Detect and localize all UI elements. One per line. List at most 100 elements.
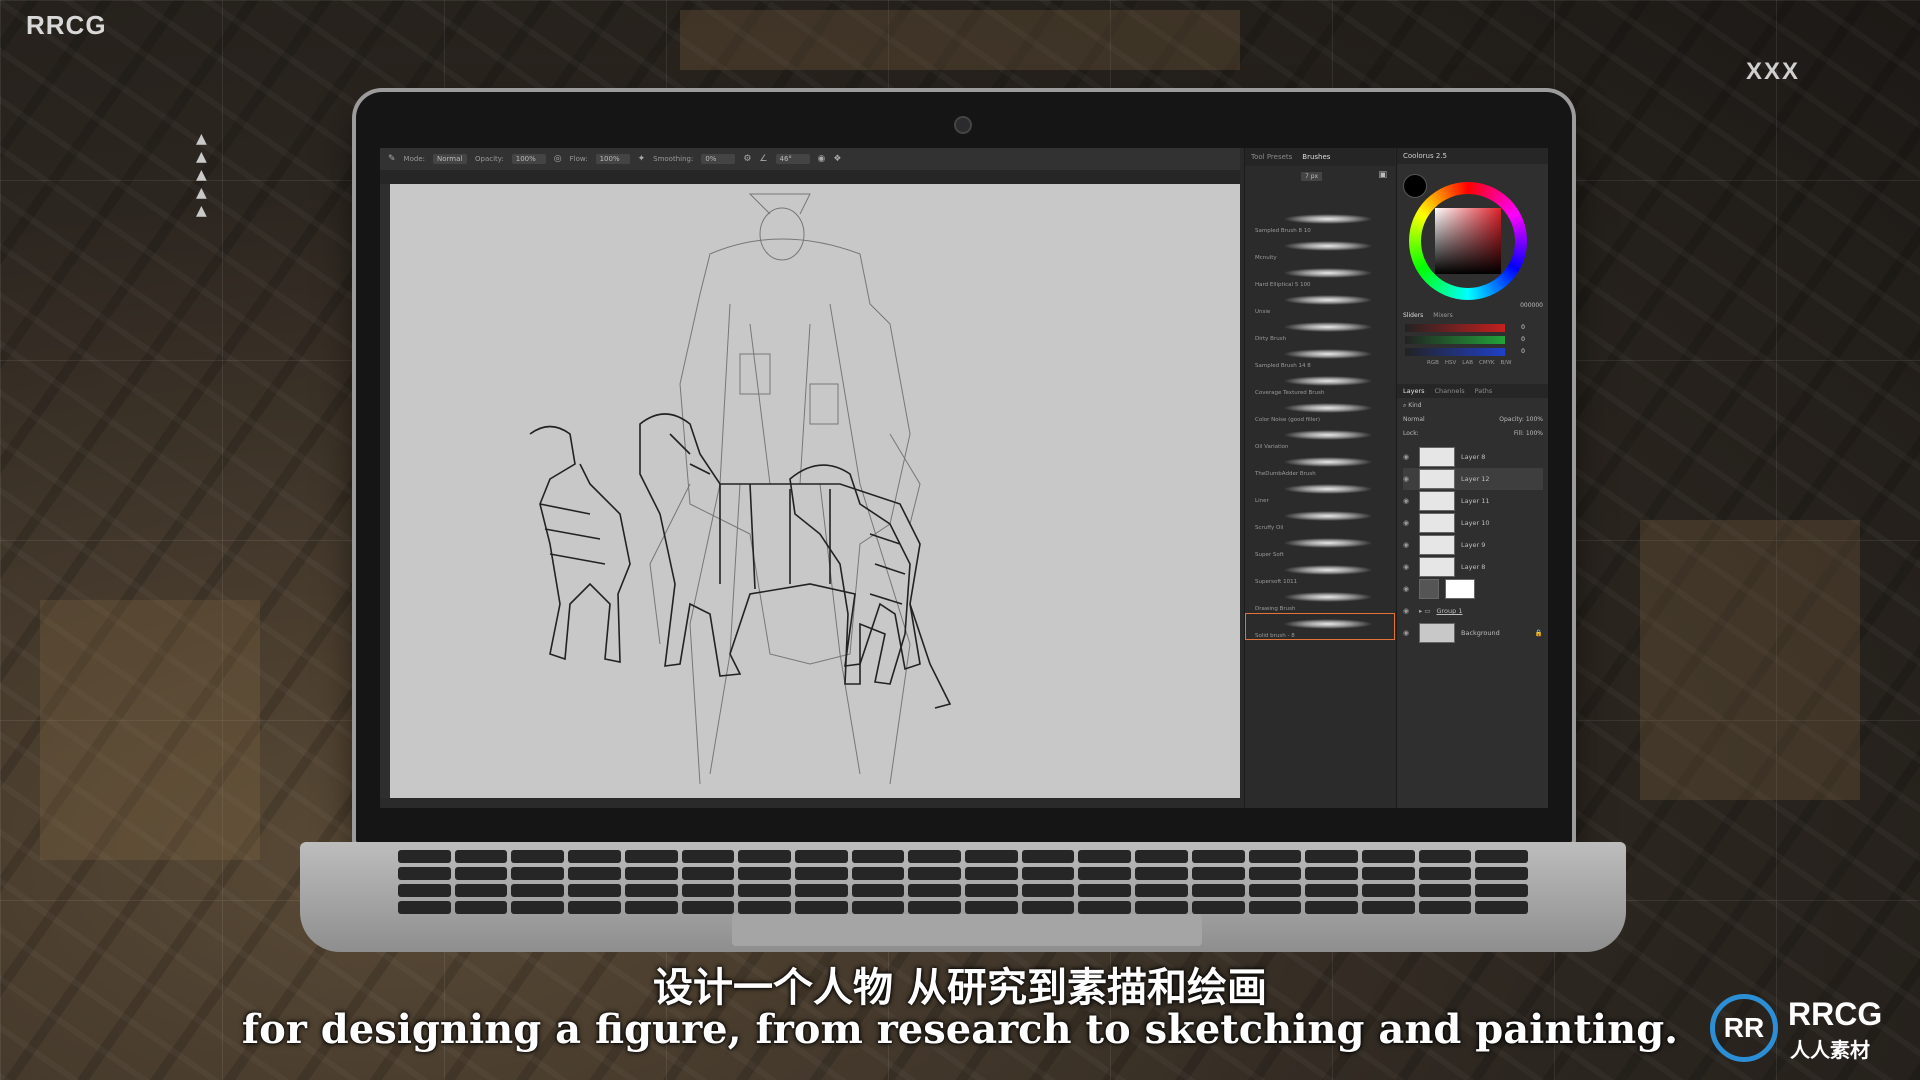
brush-item[interactable]: Drawing Brush [1245, 586, 1395, 613]
layer-row[interactable]: ◉ Layer 9 [1403, 534, 1543, 556]
foreground-color-swatch[interactable] [1403, 174, 1427, 198]
brush-item[interactable]: Hard Elliptical 5 100 [1245, 262, 1395, 289]
smoothing-field[interactable]: 0% [701, 154, 736, 164]
keyboard-key [794, 901, 848, 914]
laptop-lid: ✎ Mode: Normal Opacity: 100% ◎ Flow: 100… [356, 92, 1572, 844]
red-slider-track[interactable] [1405, 324, 1505, 332]
color-layers-panel: Coolorus 2.5 000000 Sliders Mixers 0 0 0… [1396, 148, 1548, 808]
keyboard-key [794, 867, 848, 880]
tab-brushes[interactable]: Brushes [1302, 153, 1330, 161]
brush-size-field[interactable]: 7 px [1301, 172, 1323, 181]
eye-icon[interactable]: ◉ [1403, 629, 1413, 637]
keyboard-key [1418, 850, 1472, 863]
layer-filter-kind[interactable]: ⌕ Kind [1403, 402, 1422, 410]
brush-item[interactable]: Supersoft 1011 [1245, 559, 1395, 586]
color-wheel[interactable] [1409, 182, 1527, 300]
brush-item[interactable]: Super Soft [1245, 532, 1395, 559]
layer-name: Layer 8 [1461, 563, 1486, 571]
eye-icon[interactable]: ◉ [1403, 541, 1413, 549]
red-slider[interactable]: 0 [1405, 324, 1529, 332]
brush-item[interactable]: Sampled Brush 14 8 [1245, 343, 1395, 370]
eye-icon[interactable]: ◉ [1403, 519, 1413, 527]
keyboard-key [1248, 850, 1302, 863]
layer-row[interactable]: ◉ Layer 8 [1403, 556, 1543, 578]
tab-channels[interactable]: Channels [1435, 387, 1465, 395]
mode-select[interactable]: Normal [432, 154, 467, 164]
pressure-opacity-icon[interactable]: ◎ [554, 154, 562, 164]
green-slider-track[interactable] [1405, 336, 1505, 344]
brush-stroke-preview [1283, 484, 1373, 494]
opacity-field[interactable]: 100% [511, 154, 546, 164]
drawing-canvas[interactable] [390, 184, 1240, 798]
layer-name: Layer 12 [1461, 475, 1490, 483]
tab-layers[interactable]: Layers [1403, 387, 1425, 395]
keyboard-key [1135, 867, 1188, 880]
green-slider[interactable]: 0 [1405, 336, 1529, 344]
angle-field[interactable]: 46° [775, 154, 810, 164]
adjustment-layer-row[interactable]: ◉ [1403, 578, 1543, 600]
keyboard-key [965, 884, 1018, 897]
brush-stroke-preview [1283, 457, 1373, 467]
hex-value[interactable]: 000000 [1520, 302, 1543, 309]
tab-hsv[interactable]: HSV [1445, 360, 1456, 366]
brush-item[interactable]: Unsie [1245, 289, 1395, 316]
tab-bw[interactable]: B/W [1501, 360, 1512, 366]
airbrush-icon[interactable]: ✦ [638, 154, 646, 164]
symmetry-icon[interactable]: ❖ [833, 154, 841, 164]
brush-item[interactable]: Scruffy Oil [1245, 505, 1395, 532]
tab-tool-presets[interactable]: Tool Presets [1251, 153, 1292, 161]
group-row[interactable]: ◉ ▸ ▭ Group 1 [1403, 600, 1543, 622]
brush-item[interactable]: Dirty Brush [1245, 316, 1395, 343]
brand-badge-icon: RR [1710, 994, 1778, 1062]
brush-item[interactable]: Oil Variation [1245, 424, 1395, 451]
brush-item-selected[interactable]: Solid brush - 8 [1245, 613, 1395, 640]
background-layer-row[interactable]: ◉ Background 🔒 [1403, 622, 1543, 644]
tab-sliders[interactable]: Sliders [1403, 312, 1423, 319]
corner-watermark-logo: RRCG [26, 10, 107, 40]
eye-icon[interactable]: ◉ [1403, 453, 1413, 461]
tab-mixers[interactable]: Mixers [1433, 312, 1453, 319]
eye-icon[interactable]: ◉ [1403, 607, 1413, 615]
eye-icon[interactable]: ◉ [1403, 585, 1413, 593]
keyboard-key [1418, 884, 1472, 897]
tab-cmyk[interactable]: CMYK [1479, 360, 1495, 366]
saturation-value-square[interactable] [1435, 208, 1501, 274]
flow-field[interactable]: 100% [595, 154, 630, 164]
layer-row[interactable]: ◉ Layer 11 [1403, 490, 1543, 512]
layer-thumbnail [1419, 491, 1455, 511]
new-brush-icon[interactable]: ▣ [1378, 170, 1387, 180]
brush-item[interactable]: Liner [1245, 478, 1395, 505]
gear-icon[interactable]: ⚙ [743, 154, 751, 164]
brush-item[interactable]: Sampled Brush 8 10 [1245, 208, 1395, 235]
pressure-size-icon[interactable]: ◉ [818, 154, 826, 164]
blend-mode-select[interactable]: Normal [1403, 416, 1425, 423]
keyboard-key [1078, 901, 1132, 914]
blue-slider[interactable]: 0 [1405, 348, 1529, 356]
brush-item[interactable]: Color Noise (good filler) [1245, 397, 1395, 424]
tools-bar[interactable] [380, 184, 390, 798]
eye-icon[interactable]: ◉ [1403, 475, 1413, 483]
blue-slider-track[interactable] [1405, 348, 1505, 356]
tab-rgb[interactable]: RGB [1427, 360, 1439, 366]
brush-item[interactable]: Mcnulty [1245, 235, 1395, 262]
keyboard-key [681, 901, 735, 914]
keyboard-key [965, 867, 1018, 880]
keyboard-key [454, 901, 508, 914]
keyboard-key [1191, 901, 1245, 914]
layer-row[interactable]: ◉ Layer 10 [1403, 512, 1543, 534]
tab-paths[interactable]: Paths [1475, 387, 1493, 395]
brush-tool-icon[interactable]: ✎ [388, 154, 396, 164]
keyboard-key [1475, 901, 1528, 914]
eye-icon[interactable]: ◉ [1403, 563, 1413, 571]
eye-icon[interactable]: ◉ [1403, 497, 1413, 505]
brush-size-slider[interactable] [1245, 188, 1395, 208]
brush-item[interactable]: TheDumbAdder Brush [1245, 451, 1395, 478]
layer-row-selected[interactable]: ◉ Layer 12 [1403, 468, 1543, 490]
brush-item[interactable]: Coverage Textured Brush [1245, 370, 1395, 397]
fill-field[interactable]: 100% [1526, 430, 1543, 437]
tab-lab[interactable]: LAB [1462, 360, 1473, 366]
layer-row[interactable]: ◉ Layer 8 [1403, 446, 1543, 468]
search-icon: ⌕ [1403, 402, 1407, 409]
layer-opacity-field[interactable]: 100% [1526, 416, 1543, 423]
keyboard-key [1305, 884, 1358, 897]
